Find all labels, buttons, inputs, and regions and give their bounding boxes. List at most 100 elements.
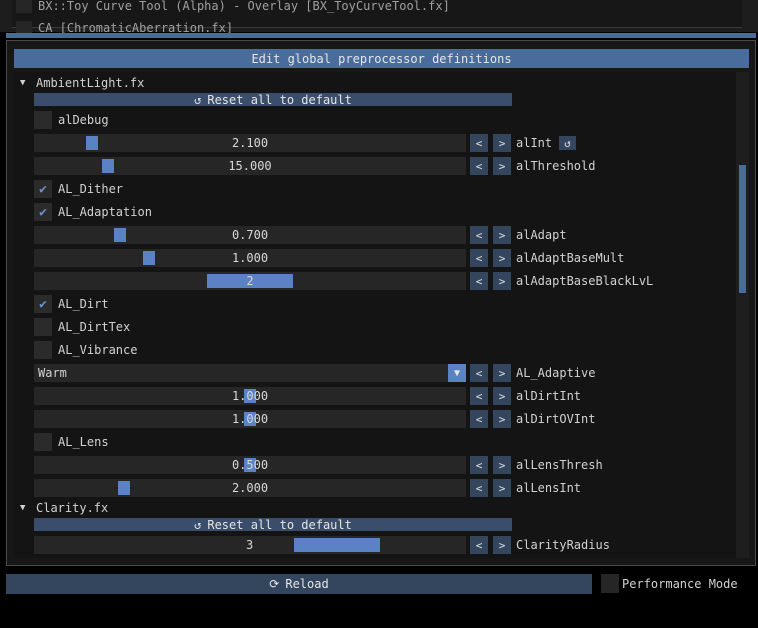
slider-aladaptbasemult[interactable]: 1.000 [34,249,466,267]
reset-all-button[interactable]: ↺ Reset all to default [34,92,512,107]
tree-node-label: Clarity.fx [36,501,109,515]
reset-all-button[interactable]: ↺ Reset all to default [34,517,512,532]
definitions-list: ▼ AmbientLight.fx ↺ Reset all to default… [14,72,736,558]
performance-mode-label: Performance Mode [622,577,738,591]
param-label: alAdapt [516,228,567,242]
scrollbar-track[interactable] [736,72,749,558]
increment-button[interactable]: > [493,157,511,175]
param-label: alInt [516,136,553,150]
param-label: alAdaptBaseBlackLvL [516,274,654,288]
slider-value: 1.000 [231,412,269,426]
reset-icon: ↺ [194,92,202,107]
checkbox-label: AL_Vibrance [58,343,138,357]
slider-allensthresh[interactable]: 0.500 [34,456,466,474]
tree-node-ambientlight[interactable]: ▼ AmbientLight.fx [14,74,736,92]
slider-aldirtovint[interactable]: 1.000 [34,410,466,428]
slider-value: 15.000 [228,159,272,173]
reset-icon: ↺ [194,517,202,532]
slider-value: 0.700 [231,228,269,242]
checkbox-label: AL_Adaptation [58,205,152,219]
checkbox-al-dirttex[interactable] [34,318,52,336]
slider-value: 2.000 [231,481,269,495]
performance-mode-checkbox[interactable] [601,574,619,593]
increment-button[interactable]: > [493,479,511,497]
checkbox-al-vibrance[interactable] [34,341,52,359]
decrement-button[interactable]: < [470,456,488,474]
param-label: alThreshold [516,159,596,173]
slider-alint[interactable]: 2.100 [34,134,466,152]
tree-node-clarity[interactable]: ▼ Clarity.fx [14,499,736,517]
checkbox-label: AL_DirtTex [58,320,131,334]
check-icon: ✔ [39,204,47,220]
checkbox-label: alDebug [58,113,109,127]
decrement-button[interactable]: < [470,226,488,244]
slider-value: 1.000 [231,251,269,265]
param-label: ClarityRadius [516,538,610,552]
reload-label: Reload [285,577,329,591]
technique-list[interactable]: BX::Toy Curve Tool (Alpha) - Overlay [BX… [12,0,742,35]
scrollbar-thumb[interactable] [739,165,746,293]
slider-value: 1.000 [231,389,269,403]
checkbox-label: AL_Dirt [58,297,109,311]
reload-button[interactable]: ⟳ Reload [6,574,592,594]
param-label: AL_Adaptive [516,366,596,380]
checkbox-al-dirt[interactable]: ✔ [34,295,52,313]
slider-value: 2.100 [231,136,269,150]
decrement-button[interactable]: < [470,536,488,554]
technique-checkbox[interactable] [16,0,32,13]
increment-button[interactable]: > [493,387,511,405]
reset-icon[interactable]: ↺ [559,136,576,150]
check-icon: ✔ [39,181,47,197]
param-label: alDirtOVInt [516,412,596,426]
checkbox-label: AL_Dither [58,182,124,196]
checkbox-al-lens[interactable] [34,433,52,451]
decrement-button[interactable]: < [470,410,488,428]
decrement-button[interactable]: < [470,364,488,382]
splitter[interactable] [6,33,756,38]
technique-label: BX::Toy Curve Tool (Alpha) - Overlay [BX… [38,0,450,13]
param-label: alDirtInt [516,389,582,403]
slider-allensint[interactable]: 2.000 [34,479,466,497]
reset-label: Reset all to default [207,92,352,107]
decrement-button[interactable]: < [470,134,488,152]
increment-button[interactable]: > [493,134,511,152]
tree-node-label: AmbientLight.fx [36,76,145,90]
increment-button[interactable]: > [493,249,511,267]
slider-aladaptbaseblacklvl[interactable]: 2 [34,272,466,290]
checkbox-al-adaptation[interactable]: ✔ [34,203,52,221]
slider-clarityradius[interactable]: 3 [34,536,466,554]
slider-aldirtint[interactable]: 1.000 [34,387,466,405]
panel-header[interactable]: Edit global preprocessor definitions [14,49,749,68]
reload-icon: ⟳ [269,577,280,591]
reset-label: Reset all to default [207,517,352,532]
param-label: alLensInt [516,481,582,495]
increment-button[interactable]: > [493,272,511,290]
increment-button[interactable]: > [493,536,511,554]
param-label: alAdaptBaseMult [516,251,625,265]
panel-title: Edit global preprocessor definitions [251,51,512,66]
decrement-button[interactable]: < [470,157,488,175]
decrement-button[interactable]: < [470,387,488,405]
checkbox-aldebug[interactable] [34,111,52,129]
decrement-button[interactable]: < [470,272,488,290]
increment-button[interactable]: > [493,226,511,244]
dropdown-arrow-icon[interactable]: ▼ [448,364,466,382]
tree-open-icon: ▼ [20,503,26,513]
increment-button[interactable]: > [493,410,511,428]
tree-open-icon: ▼ [20,78,26,88]
increment-button[interactable]: > [493,456,511,474]
checkbox-al-dither[interactable]: ✔ [34,180,52,198]
slider-value: 0.500 [231,458,269,472]
check-icon: ✔ [39,296,47,312]
technique-item[interactable]: BX::Toy Curve Tool (Alpha) - Overlay [BX… [16,0,450,14]
decrement-button[interactable]: < [470,249,488,267]
slider-althreshold[interactable]: 15.000 [34,157,466,175]
param-label: alLensThresh [516,458,603,472]
slider-aladapt[interactable]: 0.700 [34,226,466,244]
combo-al-adaptive[interactable]: Warm ▼ [34,364,466,382]
decrement-button[interactable]: < [470,479,488,497]
checkbox-label: AL_Lens [58,435,109,449]
slider-value: 3 [246,538,254,552]
increment-button[interactable]: > [493,364,511,382]
slider-value: 2 [246,274,254,288]
